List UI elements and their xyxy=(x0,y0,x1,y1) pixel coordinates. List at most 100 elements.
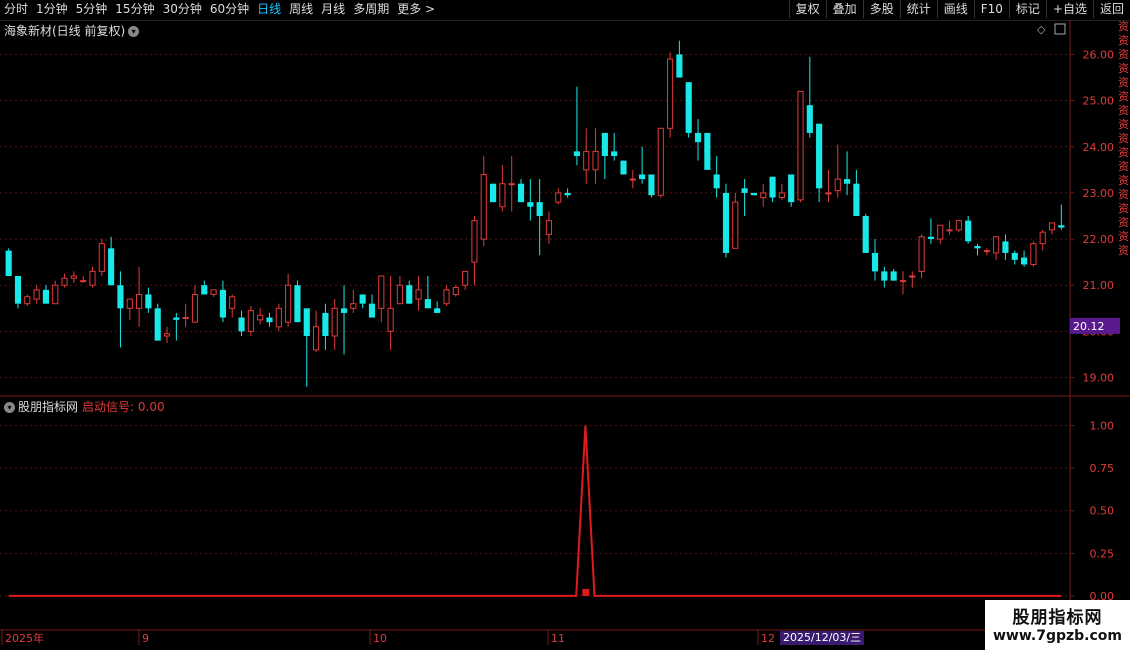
candle-body xyxy=(778,192,785,199)
candle-body xyxy=(741,188,748,193)
right-side-panel: 资 资 资 资 资 资 资 资 资 资 资 资 资 资 资 资 资 xyxy=(1118,20,1129,257)
candle-body xyxy=(788,174,795,203)
candle-body xyxy=(24,296,31,305)
candle-body xyxy=(825,192,832,195)
y-tick-label: 22.00 xyxy=(1083,233,1115,246)
candle-body xyxy=(70,275,77,279)
candle-body xyxy=(452,287,459,295)
candle-body xyxy=(797,90,804,201)
candle-body xyxy=(564,192,571,196)
candle-body xyxy=(350,303,357,309)
candle-body xyxy=(98,243,105,272)
candle-body xyxy=(639,174,646,180)
candle-body xyxy=(108,248,115,286)
candle-body xyxy=(340,308,348,313)
candle-body xyxy=(536,202,543,216)
candle-body xyxy=(396,284,403,305)
candle-body xyxy=(620,160,627,175)
candle-body xyxy=(629,178,636,181)
watermark-url: www.7gpzb.com xyxy=(992,628,1122,644)
candle-body xyxy=(769,176,776,198)
candle-body xyxy=(834,178,841,192)
candle-body xyxy=(508,183,515,186)
candle-body xyxy=(965,220,972,242)
candle-body xyxy=(313,326,320,351)
time-label: 9 xyxy=(142,632,149,645)
candle-body xyxy=(285,284,292,323)
candle-body xyxy=(844,179,851,184)
candle-body xyxy=(555,192,562,203)
signal-marker xyxy=(582,588,590,596)
candle-body xyxy=(406,285,413,304)
candle-body xyxy=(676,54,683,78)
candle-body xyxy=(909,275,916,278)
candle-body xyxy=(117,285,124,309)
candle-body xyxy=(462,270,469,286)
chart-canvas[interactable]: 19.0020.0021.0022.0023.0024.0025.0026.00… xyxy=(0,0,1130,650)
candle-body xyxy=(145,294,152,309)
candle-body xyxy=(499,183,506,208)
candle-body xyxy=(816,123,823,189)
candle-body xyxy=(918,236,925,272)
candle-body xyxy=(5,250,12,276)
candle-body xyxy=(974,246,981,249)
candle-body xyxy=(946,229,953,232)
last-price-label: 20.12 xyxy=(1073,320,1105,333)
candle-body xyxy=(480,173,487,240)
cursor-date: 2025/12/03/三 xyxy=(780,631,865,645)
candle-body xyxy=(1039,231,1046,245)
candle-body xyxy=(163,333,171,337)
candle-body xyxy=(704,132,711,170)
candle-body xyxy=(294,285,301,323)
candle-body xyxy=(694,132,702,143)
candle-body xyxy=(545,220,553,235)
candle-body xyxy=(722,192,730,253)
candle-body xyxy=(210,289,217,295)
y-tick-label: 24.00 xyxy=(1083,141,1115,154)
candle-body xyxy=(667,58,674,129)
y-tick-label: 21.00 xyxy=(1083,279,1115,292)
candle-body xyxy=(517,183,525,203)
candle-body xyxy=(993,236,1000,254)
y-tick-label: 1.00 xyxy=(1090,420,1115,433)
time-label: 11 xyxy=(551,632,565,645)
candle-body xyxy=(191,293,199,323)
candle-body xyxy=(862,216,869,253)
candle-body xyxy=(750,192,757,196)
candle-body xyxy=(415,289,422,300)
candle-body xyxy=(238,317,245,332)
candle-body xyxy=(657,127,664,196)
candle-body xyxy=(1002,241,1009,253)
candle-body xyxy=(1030,243,1037,265)
candle-body xyxy=(983,250,990,253)
candle-body xyxy=(583,150,590,171)
candle-body xyxy=(1048,222,1056,231)
candle-body xyxy=(1011,252,1018,260)
candle-body xyxy=(573,151,580,156)
candle-body xyxy=(266,317,273,323)
time-label: 10 xyxy=(373,632,387,645)
candle-body xyxy=(219,289,226,318)
candle-body xyxy=(471,220,478,263)
candle-body xyxy=(33,289,40,300)
candle-body xyxy=(806,105,813,133)
candle-body xyxy=(424,299,431,309)
time-label: 2025年 xyxy=(5,631,44,645)
time-label: 12 xyxy=(761,632,775,645)
candle-body xyxy=(713,174,720,189)
candle-body xyxy=(80,280,87,283)
candle-body xyxy=(154,308,161,341)
candle-body xyxy=(368,303,376,318)
y-tick-label: 25.00 xyxy=(1083,95,1115,108)
candle-body xyxy=(527,202,534,207)
window-icon[interactable] xyxy=(1054,23,1066,35)
candle-body xyxy=(592,150,599,171)
candle-body xyxy=(275,307,282,328)
candle-body xyxy=(611,151,618,156)
candle-body xyxy=(601,132,608,156)
candle-body xyxy=(871,252,879,272)
diamond-icon[interactable]: ◇ xyxy=(1037,23,1046,36)
candle-body xyxy=(648,174,655,196)
candle-body xyxy=(378,275,385,309)
candle-body xyxy=(182,317,189,320)
